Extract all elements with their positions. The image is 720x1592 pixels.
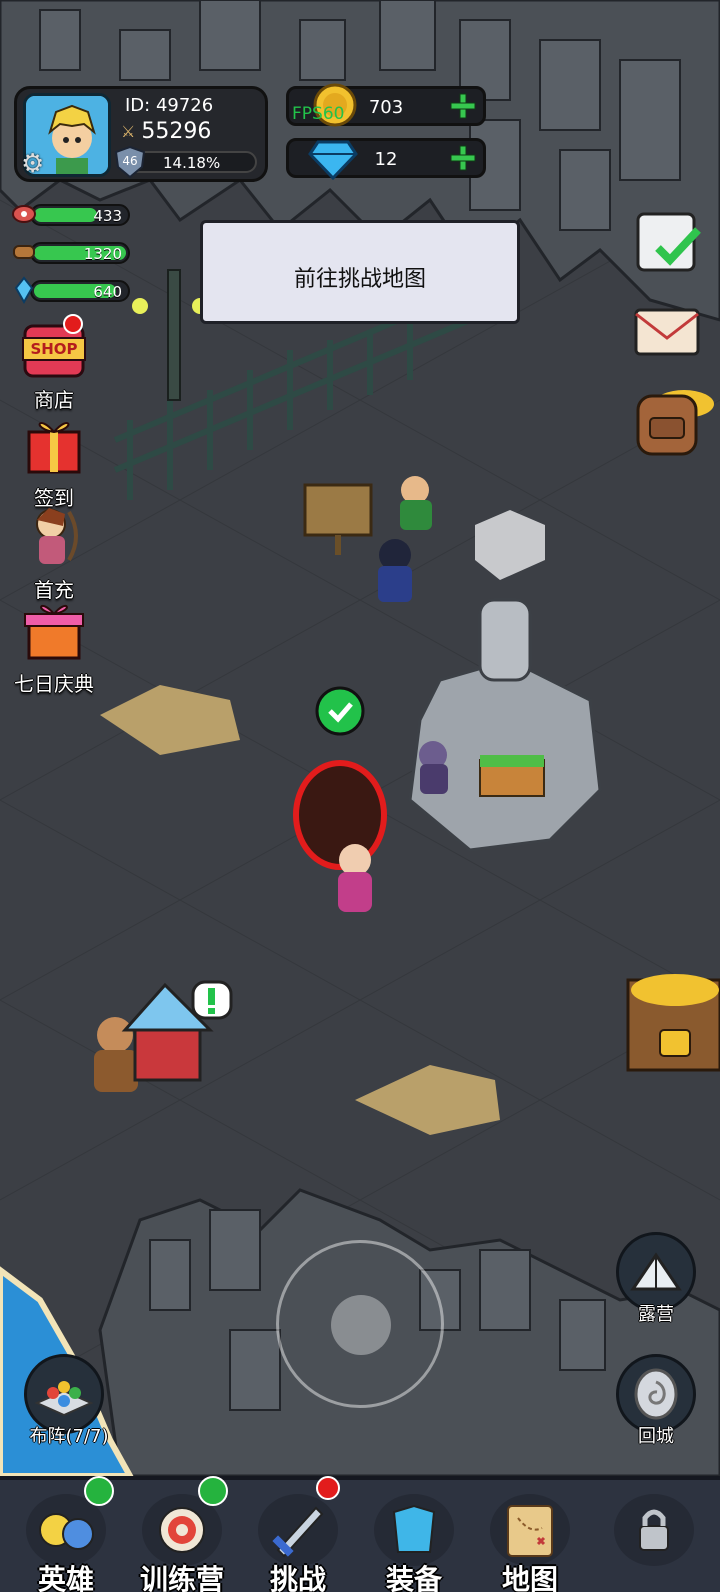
nav-challenge-label: 挑战 xyxy=(269,1563,326,1592)
virtual-joystick[interactable] xyxy=(276,1240,444,1408)
resource-crystal: 640 xyxy=(14,276,130,304)
bottom-navigation: 英雄 训练营 挑战 装备 地图 xyxy=(0,1476,720,1592)
level-shield-icon: 46 xyxy=(113,145,147,179)
meat-icon xyxy=(12,205,36,223)
formation-label: 布阵(7/7) xyxy=(29,1426,109,1447)
tooltip-go-challenge-map: 前往挑战地图 xyxy=(200,220,520,324)
player-level: 46 xyxy=(122,154,138,168)
armor-icon xyxy=(374,1494,454,1566)
nav-map-label: 地图 xyxy=(501,1563,558,1592)
checkin-button[interactable]: 签到 xyxy=(8,410,100,511)
meat-value: 433 xyxy=(93,207,122,225)
archer-hero-icon xyxy=(36,508,78,564)
return-city-label: 回城 xyxy=(638,1426,674,1447)
resource-meat-fill xyxy=(34,208,98,222)
first-recharge-button[interactable]: 首充 xyxy=(8,502,100,603)
fps-counter: FPS60 xyxy=(292,104,345,124)
tooltip-text: 前往挑战地图 xyxy=(293,267,426,292)
nav-equipment[interactable]: 装备 xyxy=(356,1480,472,1592)
shop-notification-dot xyxy=(63,314,83,334)
wood-value: 1320 xyxy=(83,245,122,263)
shop-label: 商店 xyxy=(34,388,74,412)
shop-icon: SHOP xyxy=(19,314,89,384)
add-gold-button[interactable] xyxy=(449,92,477,120)
player-profile-panel[interactable]: ⚙ ID: 49726 ⚔ 55296 14.18% 46 xyxy=(14,86,268,182)
resource-meat: 433 xyxy=(12,204,130,226)
sword-icon xyxy=(258,1494,338,1566)
nav-heroes-label: 英雄 xyxy=(37,1563,94,1592)
player-id: ID: 49726 xyxy=(125,95,214,116)
crystal-icon xyxy=(14,276,34,304)
seven-day-celebration-button[interactable]: 七日庆典 xyxy=(8,596,100,697)
heroes-upgrade-arrow-icon xyxy=(84,1476,114,1506)
nav-training-camp[interactable]: 训练营 xyxy=(124,1476,240,1592)
nav-training-label: 训练营 xyxy=(139,1563,224,1592)
shop-button[interactable]: SHOP 商店 xyxy=(8,314,100,413)
swords-icon: ⚔ xyxy=(121,122,136,141)
training-upgrade-arrow-icon xyxy=(198,1476,228,1506)
nav-heroes[interactable]: 英雄 xyxy=(8,1476,124,1592)
nav-equipment-label: 装备 xyxy=(385,1563,442,1592)
crystal-value: 640 xyxy=(93,283,122,301)
combat-power: ⚔ 55296 xyxy=(121,119,211,144)
mail-envelope-icon[interactable] xyxy=(628,292,708,372)
settings-gear-icon[interactable]: ⚙ xyxy=(21,149,44,179)
resource-wood: 1320 xyxy=(13,242,130,264)
shop-sign-text: SHOP xyxy=(30,340,78,358)
gift-box-icon xyxy=(27,422,81,474)
gold-value: 703 xyxy=(368,97,404,118)
pink-gift-icon xyxy=(24,604,84,660)
camp-label: 露营 xyxy=(638,1304,674,1325)
exp-percent: 14.18% xyxy=(163,154,221,172)
joystick-knob[interactable] xyxy=(331,1295,391,1355)
challenge-notification-dot xyxy=(316,1476,340,1500)
nav-locked[interactable] xyxy=(596,1480,712,1592)
wood-icon xyxy=(13,245,35,259)
add-gems-button[interactable] xyxy=(449,144,477,172)
combat-power-value: 55296 xyxy=(141,119,212,144)
backpack-icon[interactable] xyxy=(624,374,716,466)
gem-value: 12 xyxy=(374,149,398,170)
daily-task-checklist-icon[interactable] xyxy=(628,200,708,280)
diamond-icon xyxy=(308,140,358,180)
nav-challenge[interactable]: 挑战 xyxy=(240,1476,356,1592)
seven-day-label: 七日庆典 xyxy=(14,672,94,696)
formation-pieces-icon xyxy=(34,1381,94,1417)
nav-map[interactable]: 地图 xyxy=(472,1480,588,1592)
portal-swirl-icon xyxy=(634,1368,678,1420)
lock-icon xyxy=(614,1494,694,1566)
treasure-map-icon xyxy=(490,1494,570,1566)
camp-tent-icon xyxy=(630,1252,682,1291)
